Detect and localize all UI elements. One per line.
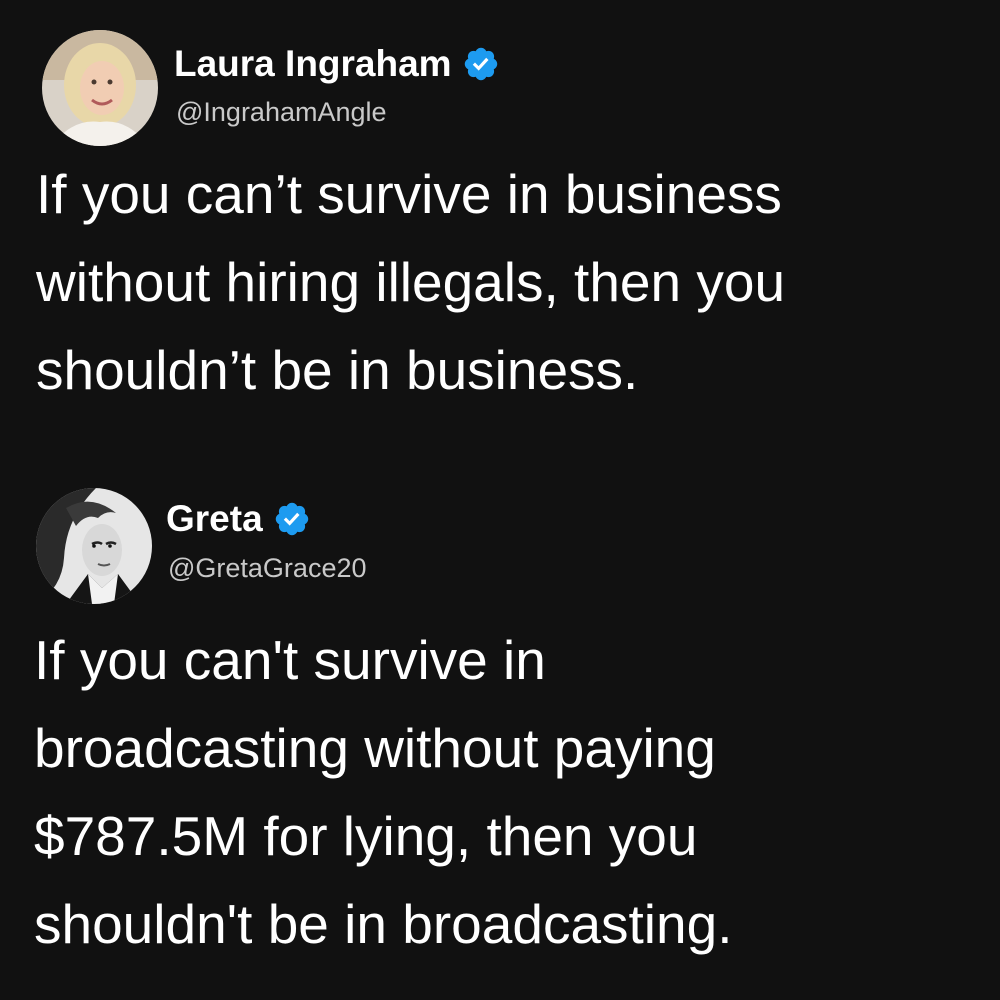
tweet-text-line: shouldn’t be in business. <box>36 339 639 401</box>
avatar[interactable] <box>42 30 158 146</box>
author-name[interactable]: Laura Ingraham <box>174 43 452 85</box>
tweet-text: If you can't survive in broadcasting wit… <box>34 616 732 968</box>
verified-badge-icon <box>462 45 500 83</box>
author-row: Laura Ingraham <box>174 40 500 88</box>
tweet-text-line: shouldn't be in broadcasting. <box>34 893 733 955</box>
tweet-text-line: If you can’t survive in business <box>36 163 782 225</box>
avatar-image <box>42 30 158 146</box>
author-handle[interactable]: @IngrahamAngle <box>176 97 387 128</box>
author-handle[interactable]: @GretaGrace20 <box>168 553 367 584</box>
tweet-text-line: $787.5M for lying, then you <box>34 805 698 867</box>
avatar[interactable] <box>36 488 152 604</box>
author-row: Greta <box>166 495 311 543</box>
verified-badge-icon <box>273 500 311 538</box>
tweet-text-line: broadcasting without paying <box>34 717 716 779</box>
author-name[interactable]: Greta <box>166 498 263 540</box>
tweet-text-line: without hiring illegals, then you <box>36 251 786 313</box>
tweet-text-line: If you can't survive in <box>34 629 546 691</box>
avatar-image <box>36 488 152 604</box>
tweet-text: If you can’t survive in business without… <box>36 150 785 414</box>
